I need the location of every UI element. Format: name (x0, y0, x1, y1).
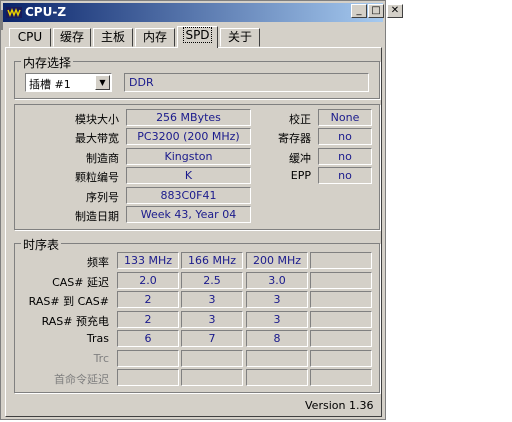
tab-1[interactable]: 缓存 (53, 28, 91, 47)
version-label: Version 1.36 (305, 399, 374, 412)
timing-cell: 2 (117, 311, 179, 328)
timing-cell (117, 369, 179, 386)
tab-0[interactable]: CPU (9, 28, 51, 47)
module-field-label: 制造商 (86, 152, 119, 165)
module-flag-label: 寄存器 (278, 132, 311, 145)
slot-select[interactable]: 插槽 #1 ▼ (25, 73, 112, 92)
timing-cell (117, 350, 179, 367)
module-field-label: 制造日期 (75, 210, 119, 223)
timing-cell: 8 (246, 330, 308, 347)
module-field-value: Week 43, Year 04 (126, 206, 251, 223)
maximize-button[interactable]: □ (368, 4, 384, 18)
window-edge (0, 140, 1, 220)
timing-cell: 2.5 (181, 272, 243, 289)
timing-cell (310, 272, 372, 289)
module-field-value: 256 MBytes (126, 109, 251, 126)
module-field-label: 序列号 (86, 191, 119, 204)
module-flag-value: no (318, 167, 372, 184)
module-flag-label: 缓冲 (289, 152, 311, 165)
timing-cell: 3 (246, 311, 308, 328)
tab-label: 内存 (142, 30, 167, 44)
timing-label: Trc (93, 352, 109, 365)
timing-cell (310, 291, 372, 308)
module-field-value: 883C0F41 (126, 187, 251, 204)
timing-cell: 166 MHz (181, 252, 243, 269)
window-edge (0, 10, 3, 30)
timing-cell: 133 MHz (117, 252, 179, 269)
timing-cell (181, 369, 243, 386)
tab-4[interactable]: SPD (177, 26, 218, 48)
timing-label: RAS# 到 CAS# (28, 295, 109, 308)
memory-type-field: DDR (124, 73, 369, 92)
timing-cell (310, 252, 372, 269)
tab-label: 主板 (100, 30, 125, 44)
timing-label: RAS# 预充电 (41, 315, 109, 328)
module-flag-label: EPP (290, 169, 311, 182)
timing-label: CAS# 延迟 (52, 276, 109, 289)
timing-cell: 6 (117, 330, 179, 347)
timing-cell (310, 350, 372, 367)
module-field-value: Kingston (126, 148, 251, 165)
module-field-value: PC3200 (200 MHz) (126, 128, 251, 145)
close-button[interactable]: ✕ (387, 4, 403, 18)
tab-label: CPU (17, 30, 43, 44)
timing-label: Tras (86, 332, 109, 345)
minimize-button[interactable]: _ (351, 4, 367, 18)
title-bar[interactable]: CPU-Z (3, 3, 383, 22)
memory-select-label: 内存选择 (21, 54, 74, 71)
chevron-down-icon[interactable]: ▼ (95, 75, 110, 90)
timing-cell: 2 (117, 291, 179, 308)
tab-label: 缓存 (59, 30, 84, 44)
timing-cell (181, 350, 243, 367)
tab-5[interactable]: 关于 (220, 28, 260, 47)
timing-cell (310, 311, 372, 328)
module-flag-value: no (318, 148, 372, 165)
module-field-label: 模块大小 (75, 113, 119, 126)
tab-2[interactable]: 主板 (93, 28, 133, 47)
timing-cell: 3 (181, 291, 243, 308)
timing-cell (310, 369, 372, 386)
timings-label: 时序表 (21, 236, 62, 253)
module-field-value: K (126, 167, 251, 184)
timing-cell (246, 369, 308, 386)
timing-label: 首命令延迟 (54, 373, 109, 386)
timing-cell: 2.0 (117, 272, 179, 289)
tab-label: 关于 (227, 30, 252, 44)
tab-3[interactable]: 内存 (135, 28, 175, 47)
module-flag-value: None (318, 109, 372, 126)
timing-cell: 200 MHz (246, 252, 308, 269)
tab-label: SPD (183, 27, 212, 43)
timing-cell: 3.0 (246, 272, 308, 289)
window-title: CPU-Z (25, 5, 67, 19)
timing-cell: 3 (246, 291, 308, 308)
cpuz-logo-icon (6, 7, 22, 18)
timing-cell: 7 (181, 330, 243, 347)
timing-cell: 3 (181, 311, 243, 328)
timing-cell (310, 330, 372, 347)
slot-select-value: 插槽 #1 (29, 78, 71, 91)
timing-label: 频率 (87, 256, 109, 269)
timing-cell (246, 350, 308, 367)
cpuz-window: CPU-Z _ □ ✕ CPU 缓存 主板 内存 SPD 关于 内存选择 插槽 #1 ▼ DD… (0, 0, 403, 420)
module-field-label: 颗粒编号 (75, 171, 119, 184)
module-flag-label: 校正 (289, 113, 311, 126)
module-field-label: 最大带宽 (75, 132, 119, 145)
module-flag-value: no (318, 128, 372, 145)
